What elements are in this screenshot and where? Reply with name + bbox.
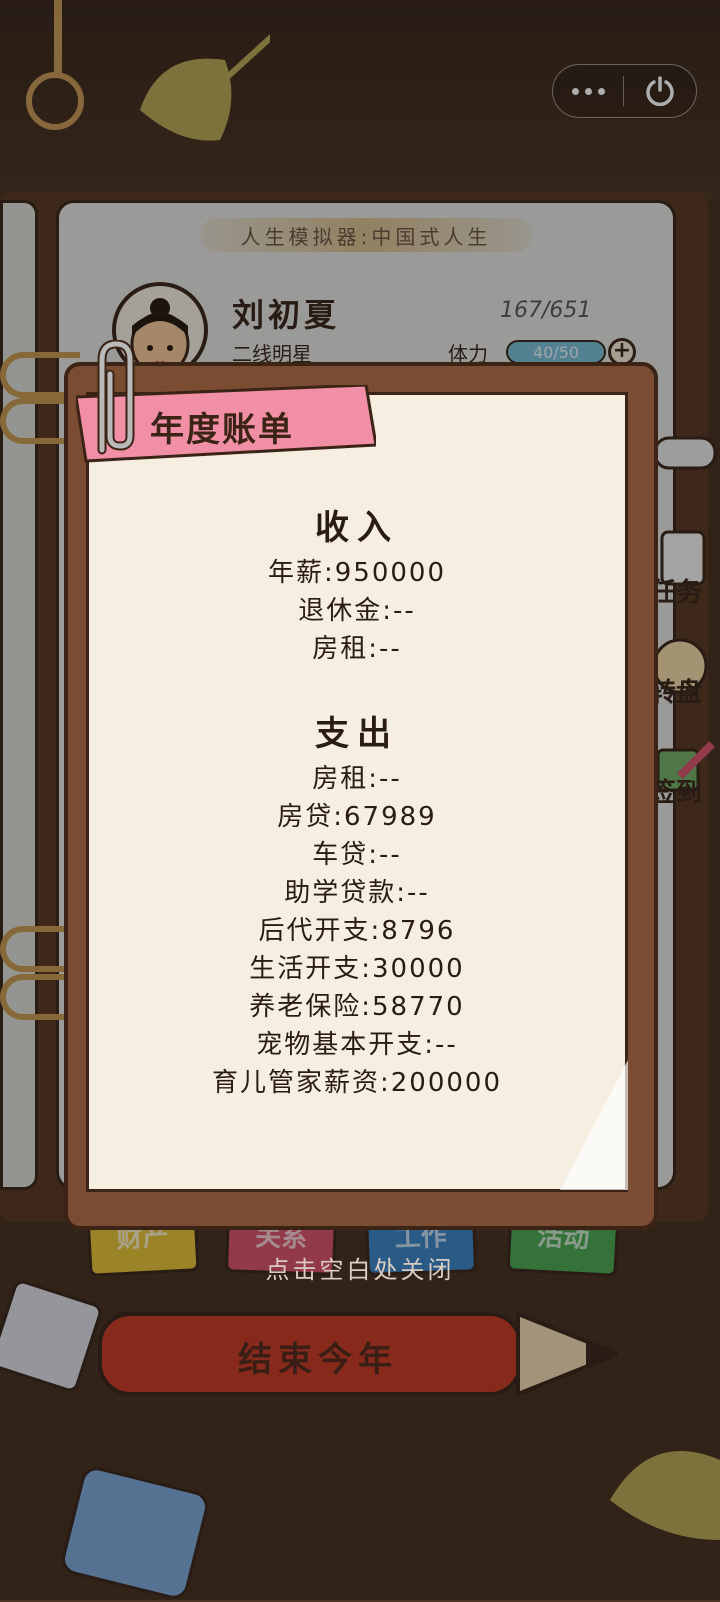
expense-line: 房贷:67989 bbox=[277, 802, 437, 832]
expense-line: 宠物基本开支:-- bbox=[256, 1030, 458, 1060]
income-line: 退休金:-- bbox=[298, 596, 416, 626]
expense-line: 后代开支:8796 bbox=[258, 916, 456, 946]
expense-line: 房租:-- bbox=[312, 764, 402, 794]
expense-line: 养老保险:58770 bbox=[249, 992, 465, 1022]
expense-heading: 支出 bbox=[315, 714, 399, 754]
expense-line: 助学贷款:-- bbox=[284, 878, 430, 908]
dialog-title: 年度账单 bbox=[150, 410, 294, 450]
close-hint: 点击空白处关闭 bbox=[265, 1256, 455, 1284]
income-line: 年薪:950000 bbox=[267, 558, 446, 588]
paper-clip-icon bbox=[97, 340, 135, 455]
expense-line: 育儿管家薪资:200000 bbox=[211, 1068, 502, 1098]
income-heading: 收入 bbox=[315, 508, 399, 548]
expense-line: 生活开支:30000 bbox=[249, 954, 465, 984]
expense-line: 车贷:-- bbox=[312, 840, 402, 870]
income-line: 房租:-- bbox=[312, 634, 402, 664]
